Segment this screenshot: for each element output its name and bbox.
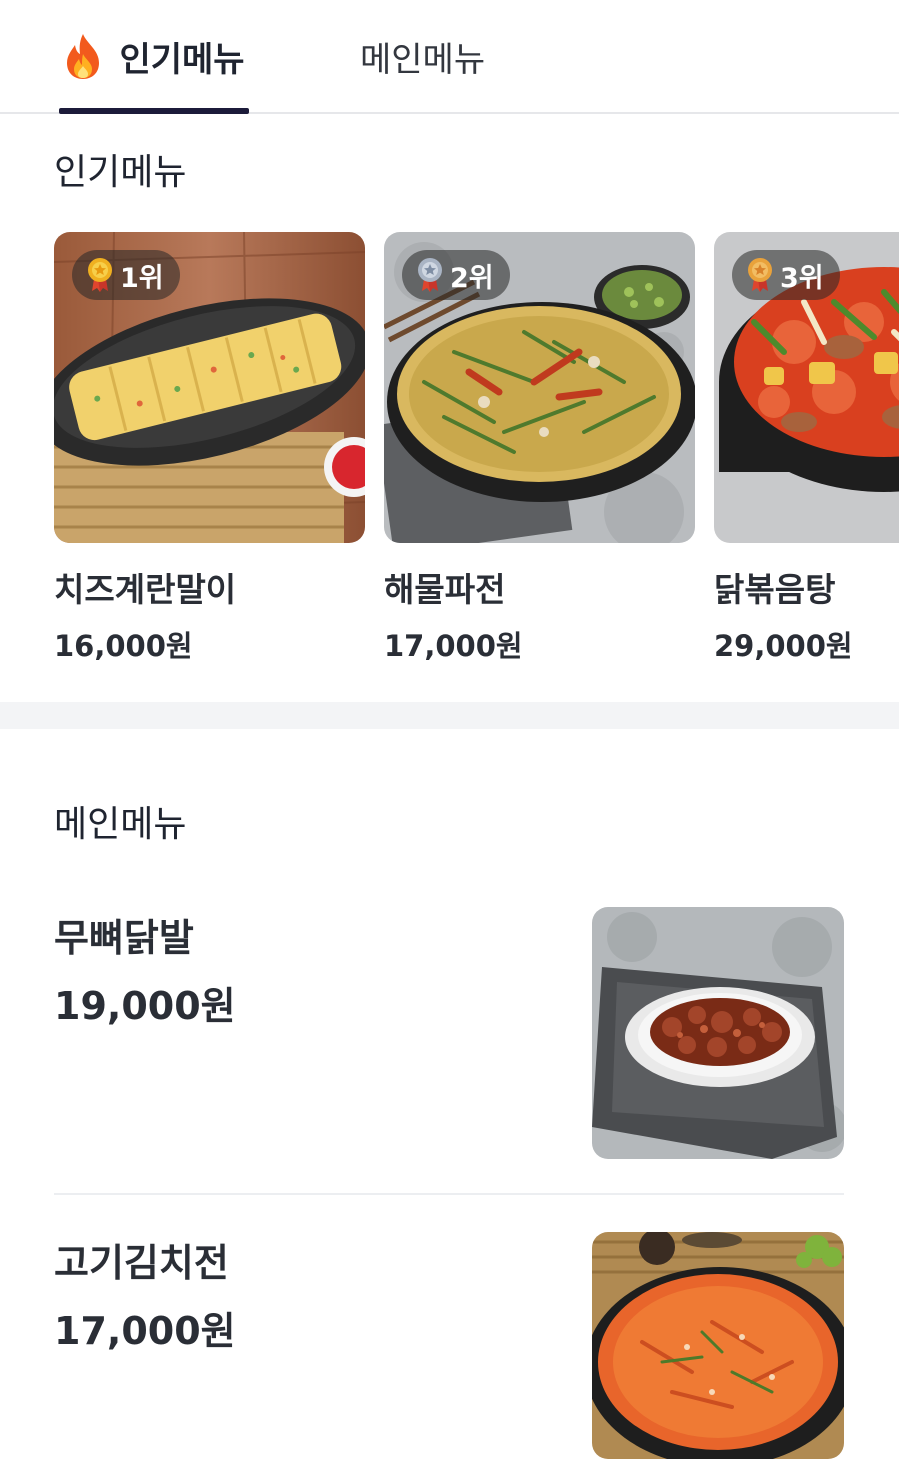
- popular-section-title: 인기메뉴: [54, 152, 187, 193]
- active-tab-indicator: [59, 108, 249, 114]
- boneless-chicken-feet-image: [592, 907, 844, 1159]
- fire-icon: [63, 32, 103, 80]
- seafood-pancake-image: 2위: [384, 232, 695, 543]
- popular-carousel[interactable]: 1위 치즈계란말이 16,000원 2위 해물파전 17,000원 3위 닭볶음…: [54, 232, 899, 672]
- menu-tab-bar: 인기메뉴 메인메뉴: [0, 0, 899, 114]
- tab-popular-label: 인기메뉴: [119, 39, 245, 80]
- menu-price: 19,000원: [54, 984, 236, 1028]
- section-divider: [0, 702, 899, 729]
- menu-name: 고기김치전: [54, 1241, 229, 1285]
- tab-main-menu[interactable]: 메인메뉴: [360, 0, 485, 112]
- menu-name: 닭볶음탕: [714, 570, 836, 609]
- rank-badge: 2위: [402, 250, 510, 300]
- main-menu-item[interactable]: 고기김치전 17,000원: [54, 1232, 844, 1459]
- gold-medal-icon: [86, 257, 114, 293]
- menu-price: 17,000원: [384, 629, 523, 663]
- rank-label: 2위: [450, 262, 494, 294]
- list-divider: [54, 1193, 844, 1195]
- menu-price: 16,000원: [54, 629, 193, 663]
- menu-name: 해물파전: [384, 570, 506, 609]
- menu-price: 17,000원: [54, 1309, 236, 1353]
- rank-label: 3위: [780, 262, 824, 294]
- popular-card[interactable]: 1위 치즈계란말이 16,000원: [54, 232, 365, 665]
- kimchi-pancake-image: [592, 1232, 844, 1459]
- menu-name: 치즈계란말이: [54, 570, 237, 609]
- silver-medal-icon: [416, 257, 444, 293]
- bronze-medal-icon: [746, 257, 774, 293]
- braised-chicken-stew-image: 3위: [714, 232, 899, 543]
- rank-label: 1위: [120, 262, 164, 294]
- popular-card[interactable]: 3위 닭볶음탕 29,000원: [714, 232, 899, 665]
- main-section-title: 메인메뉴: [54, 804, 187, 845]
- rank-badge: 3위: [732, 250, 840, 300]
- tab-popular-menu[interactable]: 인기메뉴: [59, 0, 249, 114]
- rolled-omelette-image: 1위: [54, 232, 365, 543]
- main-menu-item[interactable]: 무뼈닭발 19,000원: [54, 907, 844, 1159]
- tab-main-label: 메인메뉴: [360, 39, 486, 80]
- menu-price: 29,000원: [714, 629, 853, 663]
- popular-card[interactable]: 2위 해물파전 17,000원: [384, 232, 695, 665]
- menu-name: 무뼈닭발: [54, 916, 194, 960]
- rank-badge: 1위: [72, 250, 180, 300]
